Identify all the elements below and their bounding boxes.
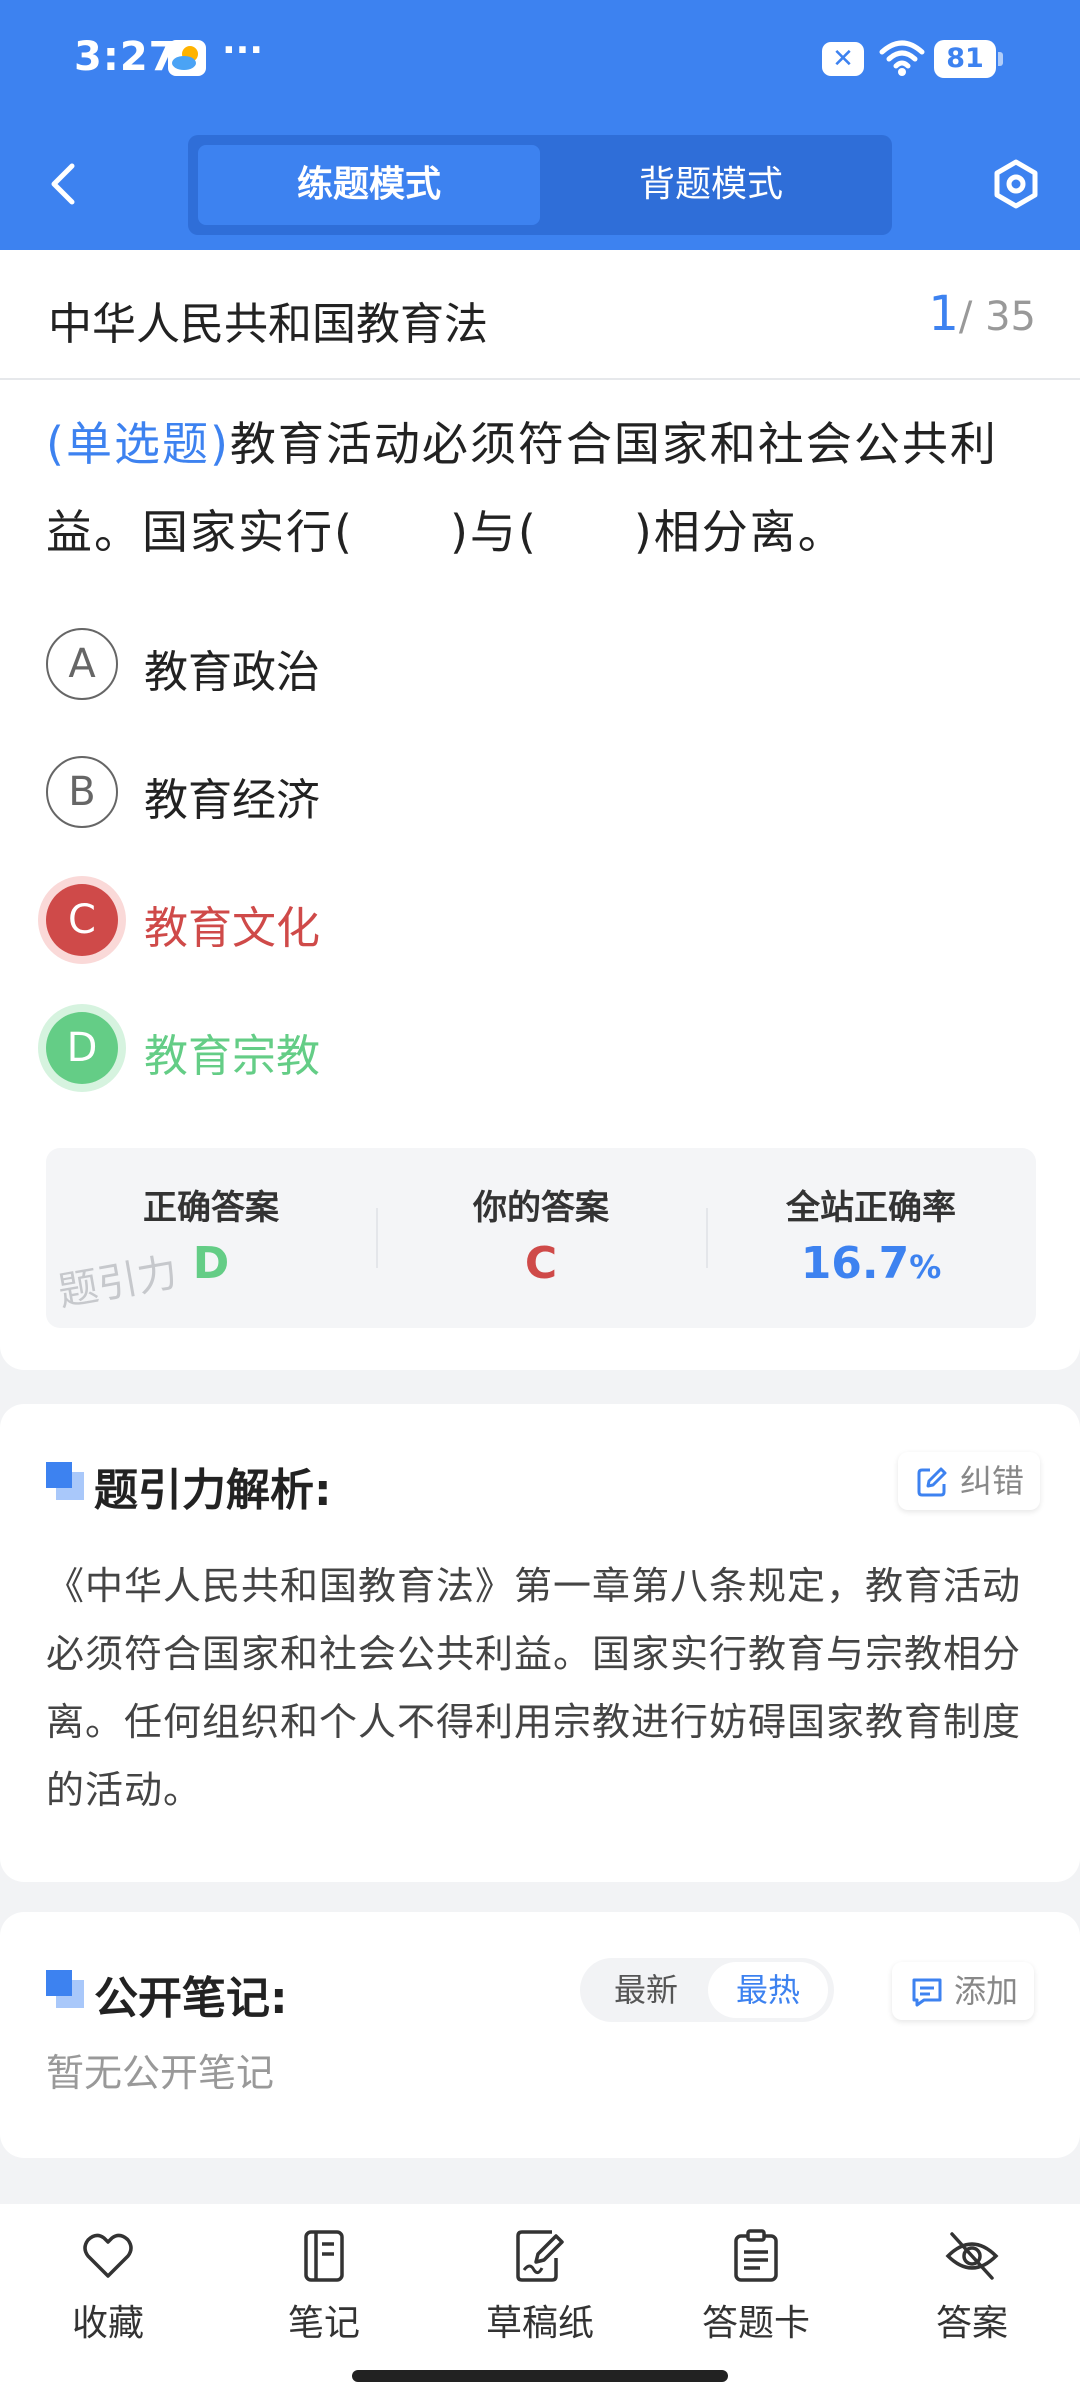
question-card: 中华人民共和国教育法 1/ 35 (单选题)教育活动必须符合国家和社会公共利益。… [0, 250, 1080, 1370]
report-error-button[interactable]: 纠错 [898, 1452, 1041, 1510]
question-type: (单选题) [46, 417, 230, 471]
sort-newest-tab[interactable]: 最新 [586, 1962, 706, 2018]
answer-sheet-label: 答题卡 [701, 2303, 810, 2344]
add-note-button[interactable]: 添加 [892, 1962, 1035, 2020]
draft-paper-icon [516, 2230, 564, 2282]
subject-title: 中华人民共和国教育法 [48, 299, 488, 350]
subject-row: 中华人民共和国教育法 1/ 35 [0, 250, 1080, 380]
section-square-icon [46, 1970, 86, 2010]
stat-label: 你的答案 [473, 1188, 609, 1228]
rate-number: 16.7 [800, 1238, 910, 1289]
option-badge: A [46, 628, 118, 700]
back-arrow-icon[interactable] [44, 160, 84, 208]
heart-icon [83, 2233, 133, 2278]
empty-notes-text: 暂无公开笔记 [46, 2051, 275, 2095]
option-label: 教育宗教 [144, 1031, 320, 1082]
stat-your-answer: 你的答案 C [376, 1148, 706, 1328]
edit-icon [917, 1467, 947, 1497]
notes-button[interactable]: 笔记 [216, 2228, 432, 2368]
stat-label: 全站正确率 [786, 1188, 956, 1228]
stat-label: 正确答案 [143, 1188, 279, 1228]
stat-value: 16.7% [706, 1238, 1036, 1289]
notification-badge: ✕ [822, 42, 864, 76]
header-bar: 3:27 ··· ✕ 81 练题模式 背题模式 [0, 0, 1080, 250]
notes-label: 笔记 [287, 2303, 360, 2344]
progress-total: / 35 [958, 294, 1036, 340]
settings-icon[interactable] [990, 158, 1042, 214]
tab-memorize-mode[interactable]: 背题模式 [540, 145, 882, 225]
option-badge: D [46, 1012, 118, 1084]
status-more-icon: ··· [222, 30, 264, 71]
home-indicator[interactable] [352, 2370, 728, 2382]
rate-unit: % [909, 1248, 942, 1286]
answer-sheet-icon [734, 2229, 778, 2282]
favorite-label: 收藏 [71, 2303, 144, 2344]
favorite-button[interactable]: 收藏 [0, 2228, 216, 2368]
eye-off-icon [945, 2232, 999, 2280]
question-progress: 1/ 35 [928, 286, 1036, 342]
add-note-label: 添加 [954, 1972, 1019, 2010]
status-time: 3:27 [74, 34, 178, 80]
answer-stats: 正确答案 D 你的答案 C 全站正确率 16.7% 题引力 [46, 1148, 1036, 1328]
answer-toggle-button[interactable]: 答案 [864, 2228, 1080, 2368]
draft-paper-label: 草稿纸 [485, 2303, 594, 2344]
option-c[interactable]: C 教育文化 [46, 884, 946, 956]
question-stem: (单选题)教育活动必须符合国家和社会公共利益。国家实行( )与( )相分离。 [46, 400, 1038, 576]
stat-value: C [524, 1238, 558, 1289]
draft-paper-button[interactable]: 草稿纸 [432, 2228, 648, 2368]
report-error-label: 纠错 [960, 1462, 1025, 1500]
section-square-icon [46, 1462, 86, 1502]
option-d[interactable]: D 教育宗教 [46, 1012, 946, 1084]
option-label: 教育文化 [144, 903, 320, 954]
analysis-text: 《中华人民共和国教育法》第一章第八条规定，教育活动必须符合国家和社会公共利益。国… [46, 1564, 1022, 1812]
public-notes-card: 公开笔记: 最新 最热 添加 暂无公开笔记 [0, 1912, 1080, 2158]
weather-icon [168, 40, 206, 76]
analysis-title: 题引力解析: [94, 1465, 332, 1516]
comment-icon [912, 1978, 942, 2007]
option-a[interactable]: A 教育政治 [46, 628, 946, 700]
notes-title: 公开笔记: [94, 1973, 288, 2024]
option-badge: B [46, 756, 118, 828]
analysis-card: 题引力解析: 纠错 《中华人民共和国教育法》第一章第八条规定，教育活动必须符合国… [0, 1404, 1080, 1882]
wifi-icon [878, 38, 926, 82]
answer-sheet-button[interactable]: 答题卡 [648, 2228, 864, 2368]
tab-practice-mode[interactable]: 练题模式 [198, 145, 540, 225]
option-label: 教育政治 [144, 647, 320, 698]
notes-sort-tabs: 最新 最热 [580, 1958, 834, 2022]
battery-indicator: 81 [934, 40, 1003, 78]
sort-hottest-tab[interactable]: 最热 [708, 1962, 828, 2018]
mode-toggle: 练题模式 背题模式 [188, 135, 892, 235]
option-b[interactable]: B 教育经济 [46, 756, 946, 828]
answer-toggle-label: 答案 [935, 2303, 1008, 2344]
stat-site-accuracy: 全站正确率 16.7% [706, 1148, 1036, 1328]
option-badge: C [46, 884, 118, 956]
option-label: 教育经济 [144, 775, 320, 826]
progress-current: 1 [928, 286, 959, 342]
notebook-icon [304, 2230, 344, 2282]
